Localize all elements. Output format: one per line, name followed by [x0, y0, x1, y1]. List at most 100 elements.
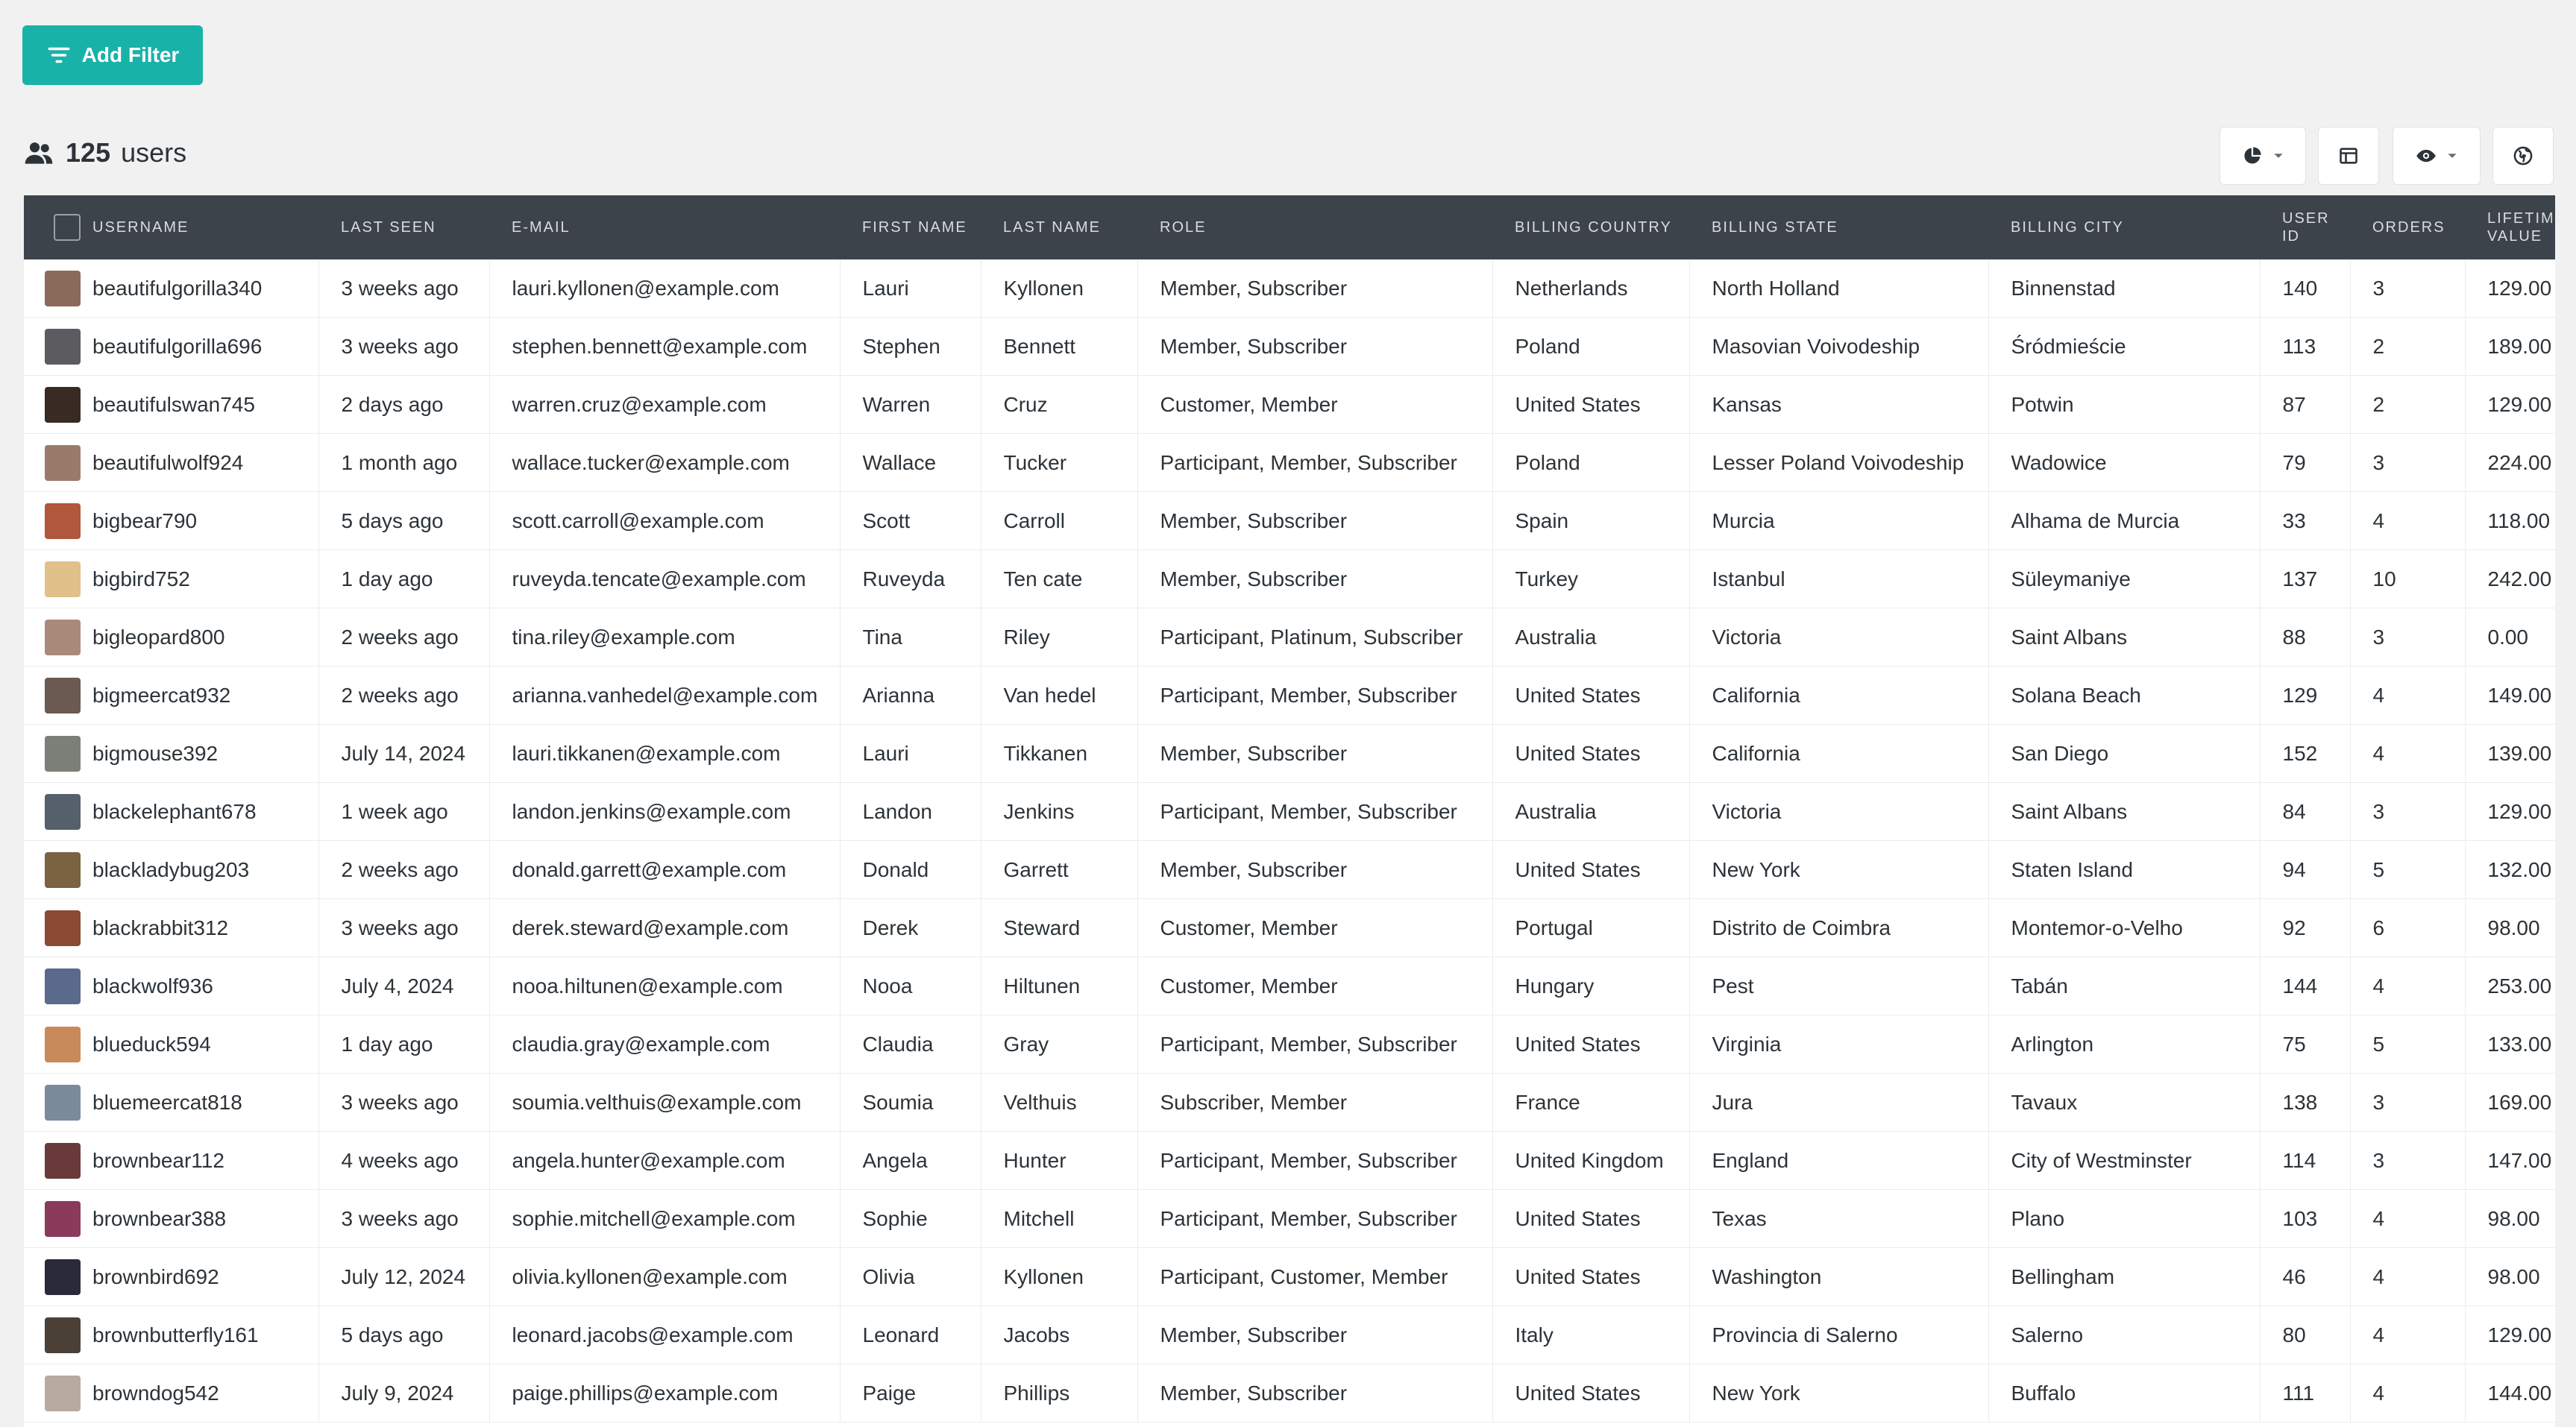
avatar[interactable]: [45, 1259, 81, 1295]
avatar[interactable]: [45, 503, 81, 539]
lifetime-value-cell: 189.00: [2465, 317, 2555, 376]
avatar[interactable]: [45, 735, 81, 772]
avatar[interactable]: [45, 1026, 81, 1062]
username-cell[interactable]: blackrabbit312: [92, 898, 319, 957]
username-cell[interactable]: beautifulwolf924: [92, 433, 319, 492]
username-cell[interactable]: browndog542: [92, 1364, 319, 1423]
column-header-orders[interactable]: ORDERS: [2350, 195, 2465, 259]
table-row[interactable]: blackwolf936 July 4, 2024 nooa.hiltunen@ex…: [24, 957, 2555, 1015]
table-row[interactable]: blackrabbit312 3 weeks ago derek.steward@e…: [24, 898, 2555, 957]
orders-cell: 2: [2350, 375, 2466, 434]
column-header-last-seen[interactable]: LAST SEEN: [318, 195, 489, 259]
column-header-first-name[interactable]: FIRST NAME: [840, 195, 981, 259]
users-table: USERNAME LAST SEEN E-MAIL FIRST NAME LAS…: [24, 195, 2555, 1427]
column-header-billing-city[interactable]: BILLING CITY: [1988, 195, 2260, 259]
table-row[interactable]: brownbear388 3 weeks ago sophie.mitchell@e…: [24, 1189, 2555, 1248]
table-row[interactable]: beautifulwolf924 1 month ago wallace.tucke…: [24, 433, 2555, 492]
avatar[interactable]: [45, 328, 81, 365]
column-header-billing-state[interactable]: BILLING STATE: [1689, 195, 1988, 259]
username-cell[interactable]: bluemeercat818: [92, 1073, 319, 1132]
column-header-role[interactable]: ROLE: [1137, 195, 1492, 259]
first-name-cell: Wallace: [840, 433, 981, 492]
avatar[interactable]: [45, 386, 81, 423]
table-row[interactable]: bigmouse392 July 14, 2024 lauri.tikkanen@e…: [24, 724, 2555, 783]
table-row[interactable]: brownbear112 4 weeks ago angela.hunter@exa…: [24, 1131, 2555, 1190]
username-cell[interactable]: brownbear388: [92, 1189, 319, 1248]
username-cell[interactable]: blackladybug203: [92, 840, 319, 899]
username-cell[interactable]: beautifulgorilla696: [92, 317, 319, 376]
table-row[interactable]: beautifulswan745 2 days ago warren.cruz@ex…: [24, 375, 2555, 434]
avatar-cell: [24, 1073, 92, 1132]
table-row[interactable]: bigbear790 5 days ago scott.carroll@exampl…: [24, 491, 2555, 550]
table-row[interactable]: bigmeercat932 2 weeks ago arianna.vanhedel…: [24, 666, 2555, 725]
column-header-email[interactable]: E-MAIL: [489, 195, 840, 259]
email-cell: tina.riley@example.com: [489, 608, 841, 667]
billing-state-cell: Pest: [1689, 957, 1989, 1015]
add-filter-button[interactable]: Add Filter: [22, 25, 203, 85]
column-header-last-name[interactable]: LAST NAME: [981, 195, 1137, 259]
table-row[interactable]: bigleopard800 2 weeks ago tina.riley@examp…: [24, 608, 2555, 667]
table-row[interactable]: browndog542 July 9, 2024 paige.phillips@ex…: [24, 1364, 2555, 1423]
avatar[interactable]: [45, 561, 81, 597]
first-name-cell: Tina: [840, 608, 981, 667]
users-count-label: users: [121, 137, 187, 168]
avatar[interactable]: [45, 1375, 81, 1411]
layout-button[interactable]: [2318, 127, 2379, 185]
table-row[interactable]: blackelephant678 1 week ago landon.jenkins…: [24, 782, 2555, 841]
select-all-checkbox[interactable]: [54, 214, 81, 241]
username-cell[interactable]: brownbear112: [92, 1131, 319, 1190]
chart-view-button[interactable]: [2220, 127, 2306, 185]
avatar[interactable]: [45, 793, 81, 830]
globe-button[interactable]: [2492, 127, 2554, 185]
table-row[interactable]: beautifulgorilla340 3 weeks ago lauri.kyll…: [24, 259, 2555, 318]
avatar[interactable]: [45, 444, 81, 481]
column-header-user-id[interactable]: USER ID: [2260, 195, 2350, 259]
table-row[interactable]: blackladybug203 2 weeks ago donald.garrett…: [24, 840, 2555, 899]
column-header-username[interactable]: USERNAME: [92, 195, 318, 259]
billing-city-cell: Salerno: [1988, 1305, 2261, 1364]
user-id-cell: 144: [2260, 957, 2351, 1015]
username-cell[interactable]: beautifulgorilla340: [92, 259, 319, 318]
username-cell[interactable]: blueduck594: [92, 1015, 319, 1074]
column-header-billing-country[interactable]: BILLING COUNTRY: [1492, 195, 1689, 259]
avatar[interactable]: [45, 1317, 81, 1353]
username-cell[interactable]: brownbutterfly161: [92, 1305, 319, 1364]
table-row[interactable]: brownbutterfly161 5 days ago leonard.jacob…: [24, 1305, 2555, 1364]
billing-city-cell: Alhama de Murcia: [1988, 491, 2261, 550]
avatar[interactable]: [45, 968, 81, 1004]
email-cell: sophie.mitchell@example.com: [489, 1189, 841, 1248]
username-cell[interactable]: bigbear790: [92, 491, 319, 550]
billing-country-cell: United States: [1492, 840, 1690, 899]
avatar[interactable]: [45, 1142, 81, 1179]
chevron-down-icon: [2274, 154, 2283, 158]
username-cell[interactable]: bigmouse392: [92, 724, 319, 783]
avatar[interactable]: [45, 910, 81, 946]
username-cell[interactable]: blackelephant678: [92, 782, 319, 841]
table-row[interactable]: beautifulgorilla696 3 weeks ago stephen.be…: [24, 317, 2555, 376]
table-row[interactable]: blueduck594 1 day ago claudia.gray@example…: [24, 1015, 2555, 1074]
avatar[interactable]: [45, 1200, 81, 1237]
username-cell[interactable]: bigleopard800: [92, 608, 319, 667]
username-cell[interactable]: bigmeercat932: [92, 666, 319, 725]
avatar[interactable]: [45, 677, 81, 714]
avatar[interactable]: [45, 619, 81, 655]
avatar-cell: [24, 666, 92, 725]
billing-state-cell: Virginia: [1689, 1015, 1989, 1074]
last-seen-cell: 2 weeks ago: [318, 840, 490, 899]
table-row[interactable]: brownbird692 July 12, 2024 olivia.kyllonen…: [24, 1247, 2555, 1306]
lifetime-value-cell: 98.00: [2465, 1189, 2555, 1248]
last-seen-cell: July 4, 2024: [318, 957, 490, 1015]
username-cell[interactable]: brownbird692: [92, 1247, 319, 1306]
username-cell[interactable]: beautifulswan745: [92, 375, 319, 434]
role-cell: Participant, Member, Subscriber: [1137, 666, 1493, 725]
username-cell[interactable]: blackwolf936: [92, 957, 319, 1015]
visibility-button[interactable]: [2393, 127, 2481, 185]
column-header-lifetime-value[interactable]: LIFETIME VALUE: [2465, 195, 2555, 259]
lifetime-value-cell: 129.00: [2465, 782, 2555, 841]
avatar[interactable]: [45, 1084, 81, 1121]
avatar[interactable]: [45, 270, 81, 306]
username-cell[interactable]: bigbird752: [92, 549, 319, 608]
table-row[interactable]: bluemeercat818 3 weeks ago soumia.velthuis…: [24, 1073, 2555, 1132]
table-row[interactable]: bigbird752 1 day ago ruveyda.tencate@examp…: [24, 549, 2555, 608]
avatar[interactable]: [45, 851, 81, 888]
